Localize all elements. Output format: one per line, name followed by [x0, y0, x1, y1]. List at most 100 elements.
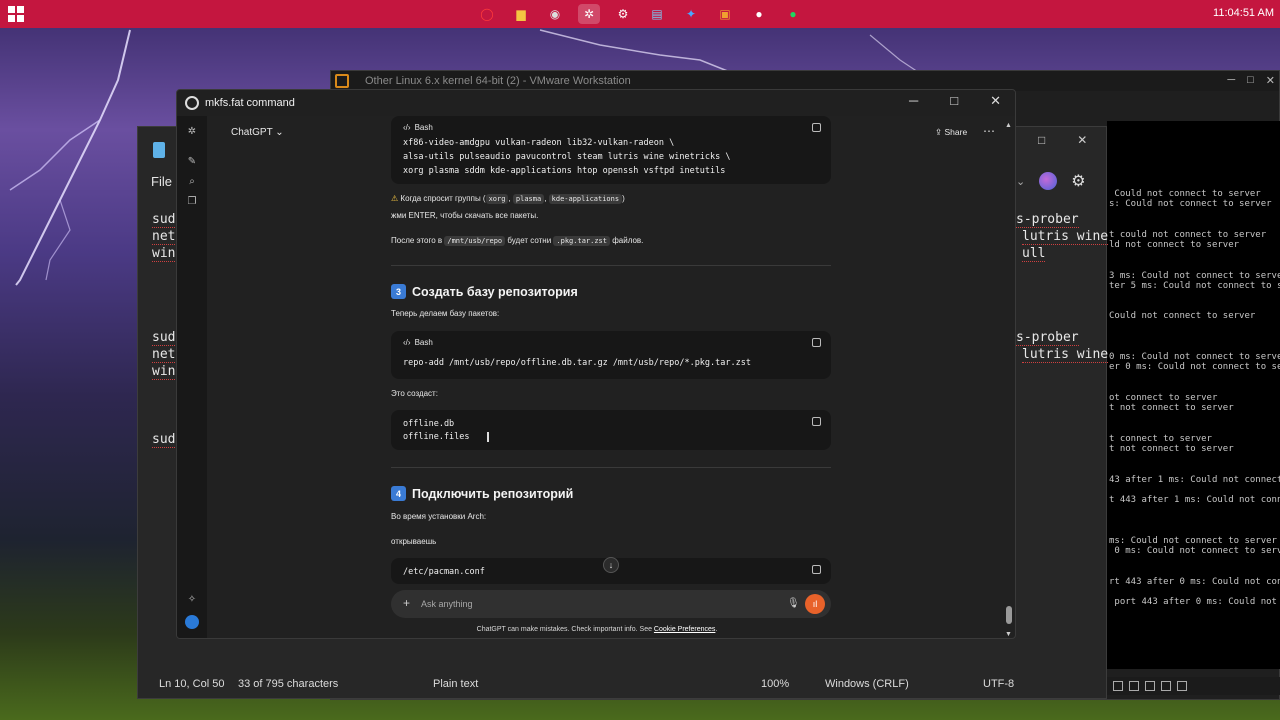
device-icon[interactable]	[1129, 681, 1139, 691]
device-icon[interactable]	[1113, 681, 1123, 691]
console-line: ms: Could not connect to server	[1109, 535, 1277, 546]
copy-icon[interactable]	[812, 338, 821, 347]
maximize-button[interactable]: □	[1038, 133, 1045, 147]
start-button[interactable]	[8, 6, 24, 22]
vm-console[interactable]: Could not connect to server s: Could not …	[1107, 121, 1280, 669]
editor-line-tail[interactable]: ull	[1022, 246, 1046, 262]
scroll-down-arrow-icon[interactable]: ▼	[1005, 631, 1012, 638]
info-text: После этого в /mnt/usb/repo будет сотни …	[391, 236, 644, 246]
gear-icon[interactable]: ⚙	[1071, 171, 1085, 191]
console-line: rt 443 after 0 ms: Could not connect	[1109, 576, 1280, 587]
editor-line-tail[interactable]: s-prober	[1016, 212, 1079, 228]
model-selector[interactable]: ChatGPT ⌄	[231, 127, 284, 138]
code-lang-label: ‹/› Bash	[403, 123, 433, 132]
composer-placeholder[interactable]: Ask anything	[421, 599, 473, 609]
editor-line[interactable]: sud	[152, 432, 176, 448]
scrollbar[interactable]: ▲ ▼	[1003, 122, 1015, 638]
warning-icon: ⚠	[391, 194, 399, 203]
device-icon[interactable]	[1177, 681, 1187, 691]
copy-icon[interactable]	[812, 417, 821, 426]
editor-line[interactable]: win	[152, 364, 176, 380]
editor-line-tail[interactable]: s-prober	[1016, 330, 1079, 346]
copy-icon[interactable]	[812, 123, 821, 132]
vmware-titlebar: Other Linux 6.x kernel 64-bit (2) - VMwa…	[331, 71, 1279, 91]
console-line: t not connect to server	[1109, 444, 1234, 454]
console-line: er 0 ms: Could not connect to server	[1109, 362, 1280, 373]
encoding[interactable]: UTF-8	[983, 678, 1014, 690]
editor-line[interactable]: sud	[152, 330, 176, 346]
code-line: offline.db	[403, 419, 455, 429]
chatgpt-window-controls: ─ □ ✕	[909, 93, 1001, 109]
console-line: ter 5 ms: Could not connect to server	[1109, 280, 1280, 291]
message-composer[interactable]: + Ask anything 🎙 ıl	[391, 590, 831, 618]
device-icon[interactable]	[1145, 681, 1155, 691]
microphone-icon[interactable]: 🎙	[787, 598, 800, 609]
chatgpt-icon[interactable]: ✲	[578, 4, 600, 24]
editor-line[interactable]: sud	[152, 212, 176, 228]
opera-icon[interactable]: ◯	[476, 4, 498, 24]
chatgpt-titlebar: mkfs.fat command ─ □ ✕	[177, 90, 1015, 116]
menu-file[interactable]: File	[151, 174, 172, 189]
section-heading: 3 Создать базу репозитория	[391, 284, 578, 299]
paragraph: открываешь	[391, 537, 437, 546]
editor-line[interactable]: win	[152, 246, 176, 262]
console-line: s: Could not connect to server	[1109, 199, 1272, 210]
warning-text-line2: жми ENTER, чтобы скачать все пакеты.	[391, 211, 539, 220]
obs-icon[interactable]: ◉	[544, 4, 566, 24]
editor-line-tail[interactable]: lutris wine	[1022, 347, 1109, 363]
library-icon[interactable]: ❐	[186, 196, 198, 208]
sparkle-icon[interactable]: ✧	[186, 594, 198, 606]
share-button[interactable]: ⇪ Share	[935, 127, 967, 138]
code-icon: ‹/›	[403, 338, 411, 347]
line-ending[interactable]: Windows (CRLF)	[825, 678, 909, 690]
add-attachment-icon[interactable]: +	[403, 596, 410, 610]
app-icon[interactable]: ⚙	[612, 4, 634, 24]
close-button[interactable]: ✕	[1266, 74, 1275, 87]
vmware-title: Other Linux 6.x kernel 64-bit (2) - VMwa…	[365, 75, 631, 87]
scroll-down-button[interactable]: ↓	[603, 557, 619, 573]
maximize-button[interactable]: □	[1247, 74, 1254, 87]
editor-line[interactable]: net	[152, 347, 176, 363]
media-icon[interactable]: ▣	[714, 4, 736, 24]
minimize-button[interactable]: ─	[1227, 74, 1235, 87]
scrollbar-thumb[interactable]	[1006, 606, 1012, 624]
chevron-down-icon[interactable]: ⌄	[1016, 175, 1025, 188]
openai-icon[interactable]: ✲	[186, 126, 198, 138]
minimize-button[interactable]: ─	[909, 93, 918, 109]
cookie-preferences-link[interactable]: Cookie Preferences	[654, 626, 715, 633]
share-label: Share	[944, 127, 968, 137]
voice-mode-button[interactable]: ıl	[805, 594, 825, 614]
console-line: 0 ms: Could not connect to server	[1109, 546, 1280, 556]
taskbar-clock[interactable]: 11:04:51 AM	[1213, 7, 1274, 19]
copilot-icon[interactable]	[1039, 172, 1058, 190]
notepad-icon[interactable]: ▤	[646, 4, 668, 24]
close-button[interactable]: ✕	[990, 93, 1001, 109]
console-line: Could not connect to server	[1109, 189, 1261, 199]
vmware-window-controls: ─ □ ✕	[1227, 74, 1275, 87]
console-line: t connect to server	[1109, 433, 1212, 444]
console-line: Could not connect to server	[1109, 311, 1256, 322]
chatgpt-sidebar: ✲ ✎ ⌕ ❐ ✧	[177, 116, 207, 638]
vm-status-icons	[1107, 677, 1280, 695]
more-options-icon[interactable]: ⋯	[983, 124, 995, 138]
new-chat-icon[interactable]: ✎	[186, 156, 198, 168]
editor-line-tail[interactable]: lutris wine	[1022, 229, 1109, 245]
device-icon[interactable]	[1161, 681, 1171, 691]
close-button[interactable]: ✕	[1077, 133, 1087, 147]
scroll-up-arrow-icon[interactable]: ▲	[1005, 122, 1012, 129]
format-indicator: Plain text	[433, 678, 479, 690]
search-icon[interactable]: ⌕	[186, 176, 198, 188]
chatgpt-logo-icon	[185, 96, 199, 110]
spotify-icon[interactable]: ●	[782, 4, 804, 24]
github-icon[interactable]: ●	[748, 4, 770, 24]
vscode-icon[interactable]: ✦	[680, 4, 702, 24]
file-explorer-icon[interactable]: ▆	[510, 4, 532, 24]
editor-line[interactable]: net	[152, 229, 176, 245]
maximize-button[interactable]: □	[950, 93, 958, 109]
zoom-level[interactable]: 100%	[761, 678, 789, 690]
inline-code: xorg	[485, 194, 509, 204]
copy-icon[interactable]	[812, 565, 821, 574]
code-line: /etc/pacman.conf	[403, 567, 485, 577]
number-badge: 3	[391, 284, 406, 299]
number-badge: 4	[391, 486, 406, 501]
